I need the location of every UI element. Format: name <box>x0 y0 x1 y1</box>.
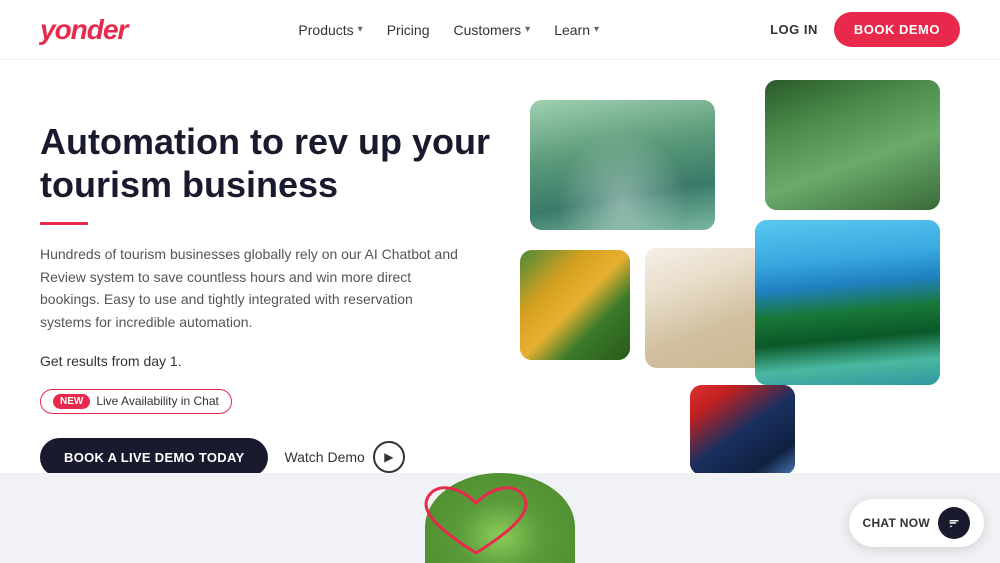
learn-chevron-icon: ▾ <box>594 24 599 35</box>
hero-description: Hundreds of tourism businesses globally … <box>40 243 460 333</box>
chat-icon <box>938 507 970 539</box>
hero-section: Automation to rev up your tourism busine… <box>0 60 1000 473</box>
hero-actions: BOOK A LIVE DEMO TODAY Watch Demo ▶ <box>40 438 500 477</box>
hero-image-ziplining <box>765 80 940 210</box>
play-icon[interactable]: ▶ <box>373 441 405 473</box>
logo[interactable]: yonder <box>40 14 127 46</box>
customers-chevron-icon: ▾ <box>525 24 530 35</box>
hero-title: Automation to rev up your tourism busine… <box>40 120 500 206</box>
watch-demo-button[interactable]: Watch Demo ▶ <box>284 441 404 473</box>
nav-products[interactable]: Products ▾ <box>298 22 362 38</box>
badge-text: Live Availability in Chat <box>96 394 219 408</box>
nav-links: Products ▾ Pricing Customers ▾ Learn ▾ <box>298 22 599 38</box>
heart-outline-icon <box>416 483 536 563</box>
hero-image-rafting <box>690 385 795 475</box>
hero-text: Automation to rev up your tourism busine… <box>40 110 500 477</box>
nav-book-demo-button[interactable]: BOOK DEMO <box>834 12 960 47</box>
chat-label: CHAT NOW <box>863 516 931 530</box>
hero-image-hotsprings <box>530 100 715 230</box>
bottom-section: CHAT NOW <box>0 473 1000 563</box>
chat-bubble-icon <box>945 514 963 532</box>
hero-badge: NEW Live Availability in Chat <box>40 389 232 414</box>
hero-images <box>520 100 960 460</box>
login-button[interactable]: LOG IN <box>770 22 818 37</box>
new-tag: NEW <box>53 394 90 409</box>
nav-customers[interactable]: Customers ▾ <box>453 22 530 38</box>
book-demo-button[interactable]: BOOK A LIVE DEMO TODAY <box>40 438 268 477</box>
navbar: yonder Products ▾ Pricing Customers ▾ Le… <box>0 0 1000 60</box>
hero-image-kayaks <box>520 250 630 360</box>
nav-right: LOG IN BOOK DEMO <box>770 12 960 47</box>
hero-results: Get results from day 1. <box>40 353 500 369</box>
nav-learn[interactable]: Learn ▾ <box>554 22 599 38</box>
hero-divider <box>40 222 88 225</box>
products-chevron-icon: ▾ <box>358 24 363 35</box>
hero-image-ocean <box>755 220 940 385</box>
chat-widget[interactable]: CHAT NOW <box>849 499 985 547</box>
nav-pricing[interactable]: Pricing <box>387 22 430 38</box>
